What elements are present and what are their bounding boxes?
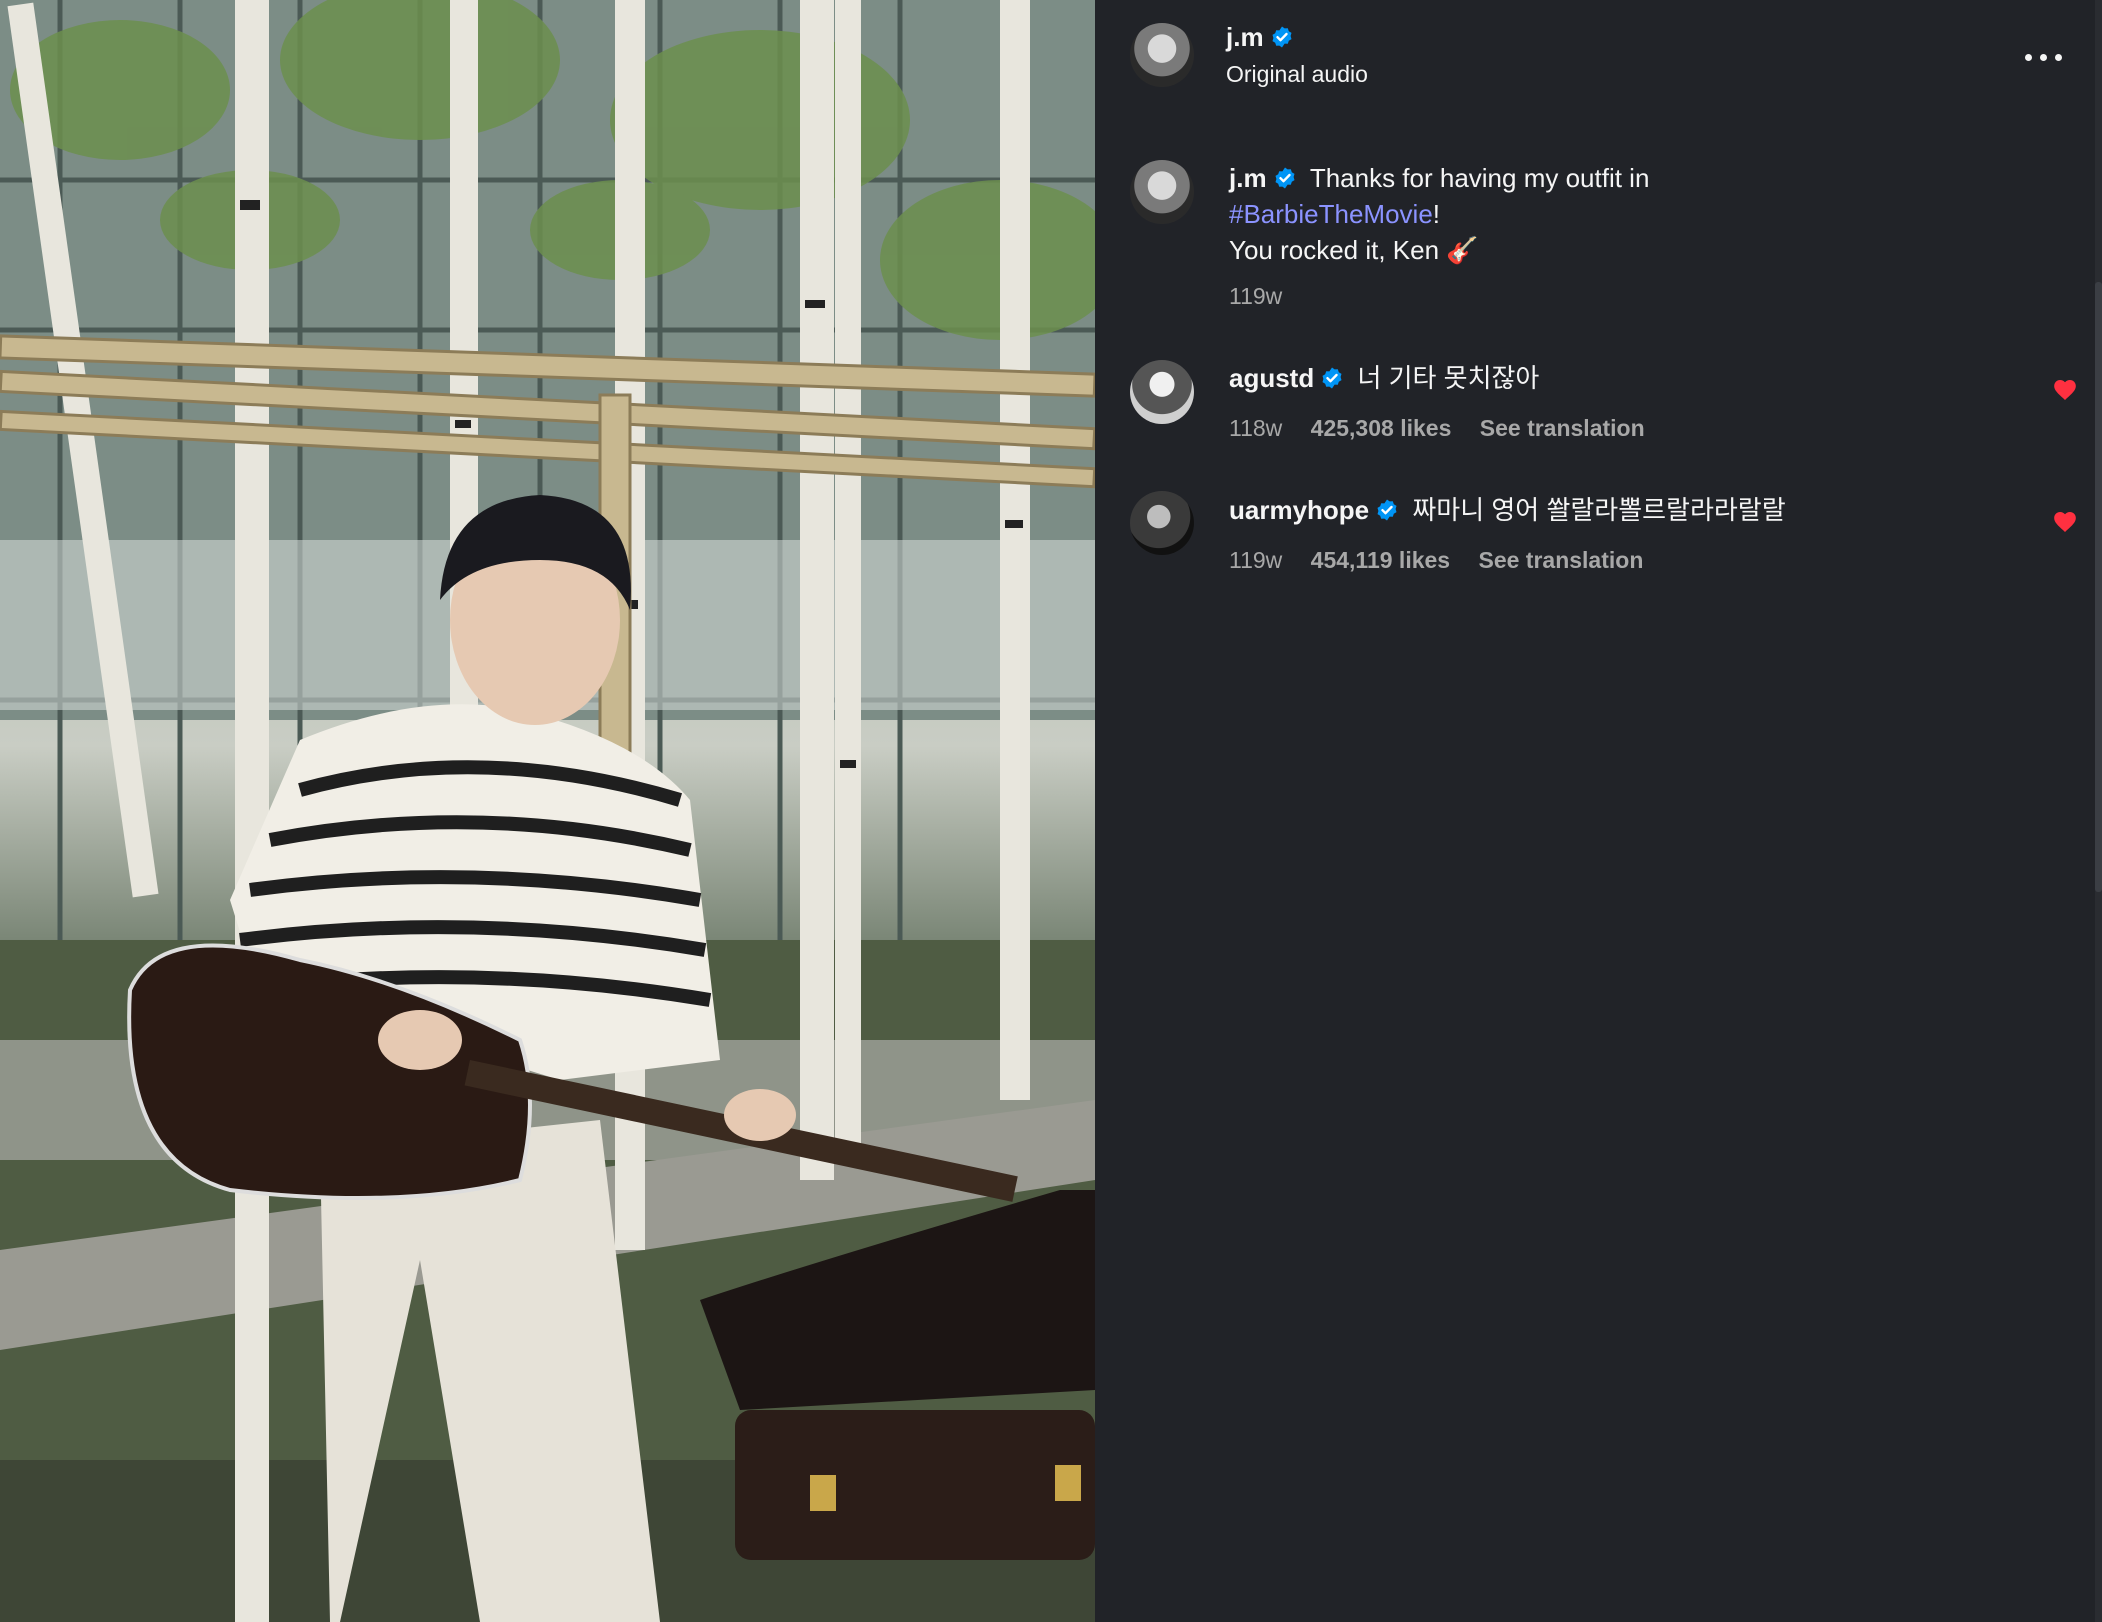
verified-badge-icon: [1275, 167, 1295, 189]
author-avatar[interactable]: [1130, 23, 1194, 87]
comment-item: agustd 너 기타 못치잖아 118w 425,308 likes See …: [1229, 358, 1989, 442]
post-header: j.m Original audio: [1226, 22, 1368, 88]
comment-text: 너 기타 못치잖아: [1357, 363, 1540, 393]
comment-time[interactable]: 119w: [1229, 547, 1282, 573]
caption-punctuation: !: [1432, 199, 1441, 229]
comment-item: uarmyhope 짜마니 영어 쏼랄라뽈르랄라라랄랄 119w 454,119…: [1229, 490, 1989, 574]
hashtag-link[interactable]: #BarbieTheMovie: [1229, 199, 1433, 229]
see-translation-link[interactable]: See translation: [1478, 547, 1643, 573]
caption: j.m Thanks for having my outfit in #Barb…: [1229, 160, 2009, 314]
comment-text: 짜마니 영어 쏼랄라뽈르랄라라랄랄: [1412, 495, 1786, 525]
caption-text: Thanks for having my outfit in: [1309, 163, 1650, 193]
caption-avatar[interactable]: [1130, 160, 1194, 224]
caption-line2: You rocked it, Ken 🎸: [1229, 235, 1479, 265]
verified-badge-icon: [1322, 367, 1342, 389]
comment-likes[interactable]: 454,119 likes: [1311, 547, 1450, 573]
verified-badge-icon: [1377, 499, 1397, 521]
more-options-icon[interactable]: [2025, 46, 2065, 66]
audio-link[interactable]: Original audio: [1226, 61, 1368, 88]
comment-time[interactable]: 118w: [1229, 415, 1282, 441]
see-translation-link[interactable]: See translation: [1480, 415, 1645, 441]
commenter-username[interactable]: uarmyhope: [1229, 495, 1369, 525]
caption-username[interactable]: j.m: [1229, 163, 1267, 193]
commenter-avatar[interactable]: [1130, 491, 1194, 555]
verified-badge-icon: [1272, 26, 1292, 48]
comment-likes[interactable]: 425,308 likes: [1311, 415, 1452, 441]
post-media[interactable]: [0, 0, 1095, 1622]
author-username[interactable]: j.m: [1226, 22, 1264, 52]
caption-time[interactable]: 119w: [1229, 278, 2009, 314]
commenter-avatar[interactable]: [1130, 360, 1194, 424]
post-side-panel: j.m Original audio j.m Thanks for having…: [1095, 0, 2102, 1622]
heart-icon[interactable]: [2052, 509, 2078, 535]
commenter-username[interactable]: agustd: [1229, 363, 1314, 393]
heart-icon[interactable]: [2052, 377, 2078, 403]
post-photo: [0, 0, 1095, 1622]
scrollbar-thumb[interactable]: [2095, 282, 2102, 892]
